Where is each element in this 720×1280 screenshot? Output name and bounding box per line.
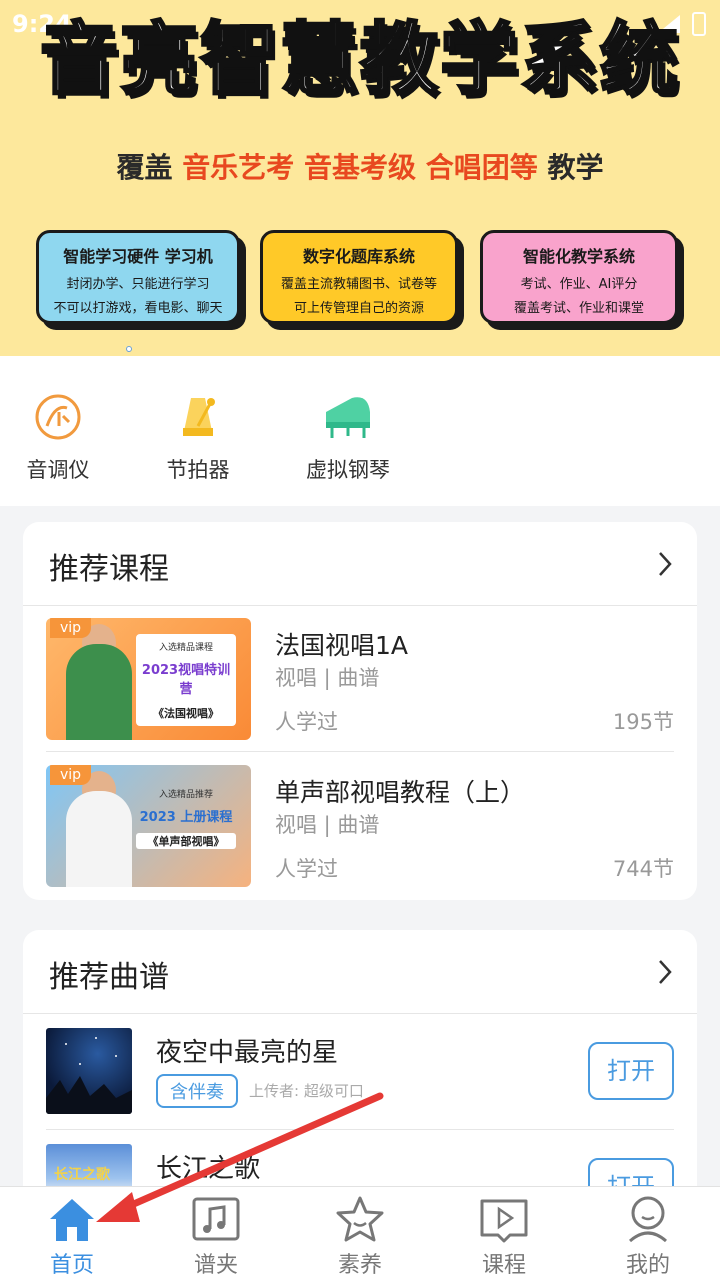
score-thumbnail [46,1028,132,1114]
course-thumbnail: 入选精品课程 2023视唱特训营 《法国视唱》 vip [46,618,251,740]
course-title: 单声部视唱教程（上） [275,778,526,807]
tool-virtual-piano[interactable]: 虚拟钢琴 [298,392,398,484]
play-book-icon [480,1199,528,1243]
carousel-indicator[interactable] [126,346,132,352]
nav-label: 谱夹 [193,1253,238,1278]
nav-label: 我的 [625,1253,670,1278]
subtitle-prefix: 覆盖 [116,151,173,184]
course-title: 法国视唱1A [275,631,409,660]
star-face-icon [336,1196,384,1242]
nav-courses[interactable]: 课程 [454,1195,554,1279]
tuner-icon [35,394,81,440]
card-title: 推荐课程 [49,552,169,587]
course-lesson-count: 195节 [612,710,674,734]
feature-line: 考试、作业、AI评分 [520,277,638,292]
card-header[interactable]: 推荐曲谱 [23,930,697,1014]
subtitle-suffix: 教学 [547,151,604,184]
course-poster: 入选精品推荐 2023 上册课程 《单声部视唱》 [136,781,236,873]
score-item[interactable]: 夜空中最亮的星 含伴奏 上传者: 超级可口 打开 [46,1014,674,1130]
thumbnail-caption: 长江之歌 [54,1167,110,1183]
banner-subtitle: 覆盖 音乐艺考 音基考级 合唱团等 教学 [0,146,720,186]
teacher-figure [66,791,132,887]
subtitle-highlights: 音乐艺考 音基考级 合唱团等 [182,151,538,184]
feature-title: 智能化教学系统 [522,247,635,266]
tool-metronome[interactable]: 节拍器 [158,392,238,484]
course-learned: 人学过 [275,710,338,734]
feature-line: 封闭办学、只能进行学习 [66,277,210,292]
chevron-right-icon[interactable] [657,958,673,986]
piano-icon [326,397,370,438]
card-header[interactable]: 推荐课程 [23,522,697,606]
tool-label: 节拍器 [166,458,230,482]
nav-music-folder[interactable]: 谱夹 [166,1195,266,1279]
accompaniment-badge: 含伴奏 [156,1074,238,1108]
tool-tuner[interactable]: 音调仪 [22,392,94,484]
metronome-icon [183,398,215,436]
feature-box-teaching-system: 智能化教学系统 考试、作业、AI评分 覆盖考试、作业和课堂 [480,230,678,324]
course-tag: 视唱 | 曲谱 [275,813,380,837]
feature-box-hardware: 智能学习硬件 学习机 封闭办学、只能进行学习 不可以打游戏，看电影、聊天 [36,230,240,324]
tool-label: 虚拟钢琴 [306,458,390,482]
banner-title: 音亮智慧教学系统 [38,15,680,105]
home-icon [50,1199,94,1241]
bottom-nav: 首页 谱夹 素养 课程 我的 [0,1186,720,1280]
nav-profile[interactable]: 我的 [598,1195,698,1279]
nav-literacy[interactable]: 素养 [310,1195,410,1279]
feature-title: 智能学习硬件 学习机 [63,247,213,266]
tools-row: 音调仪 节拍器 虚拟钢琴 [0,356,720,506]
vip-badge: vip [50,765,92,785]
card-title: 推荐曲谱 [49,960,169,995]
course-poster: 入选精品课程 2023视唱特训营 《法国视唱》 [136,634,236,726]
teacher-figure [66,644,132,740]
feature-title: 数字化题库系统 [302,247,415,266]
feature-box-question-bank: 数字化题库系统 覆盖主流教辅图书、试卷等 可上传管理自己的资源 [260,230,458,324]
promo-banner[interactable]: 9:24 音亮智慧教学系统 覆盖 音乐艺考 音基考级 合唱团等 教学 智能学习硬… [0,0,720,356]
score-title: 夜空中最亮的星 [156,1038,339,1068]
chevron-right-icon[interactable] [657,550,673,578]
feature-line: 覆盖主流教辅图书、试卷等 [280,277,437,292]
recommended-scores-card: 推荐曲谱 夜空中最亮的星 含伴奏 上传者: 超级可口 打开 长江之歌 长江之歌 … [23,930,697,1230]
open-button[interactable]: 打开 [588,1042,674,1100]
vip-badge: vip [50,618,92,638]
nav-home[interactable]: 首页 [22,1195,122,1279]
nav-label: 素养 [337,1253,382,1278]
course-thumbnail: 入选精品推荐 2023 上册课程 《单声部视唱》 vip [46,765,251,887]
course-item[interactable]: 入选精品推荐 2023 上册课程 《单声部视唱》 vip 单声部视唱教程（上） … [46,753,674,899]
tool-label: 音调仪 [26,458,90,482]
course-lesson-count: 744节 [612,857,674,881]
course-item[interactable]: 入选精品课程 2023视唱特训营 《法国视唱》 vip 法国视唱1A 视唱 | … [46,606,674,752]
feature-line: 覆盖考试、作业和课堂 [513,301,644,316]
feature-line: 可上传管理自己的资源 [293,301,424,316]
nav-label: 课程 [481,1253,526,1278]
score-title: 长江之歌 [156,1154,261,1184]
recommended-courses-card: 推荐课程 入选精品课程 2023视唱特训营 《法国视唱》 vip 法国视唱1A … [23,522,697,900]
music-folder-icon [192,1197,240,1241]
course-learned: 人学过 [275,857,338,881]
feature-line: 不可以打游戏，看电影、聊天 [53,301,223,316]
night-sky-image [46,1037,132,1114]
nav-label: 首页 [49,1253,94,1278]
score-uploader: 上传者: 超级可口 [249,1082,364,1100]
course-tag: 视唱 | 曲谱 [275,666,380,690]
user-icon [629,1196,667,1243]
